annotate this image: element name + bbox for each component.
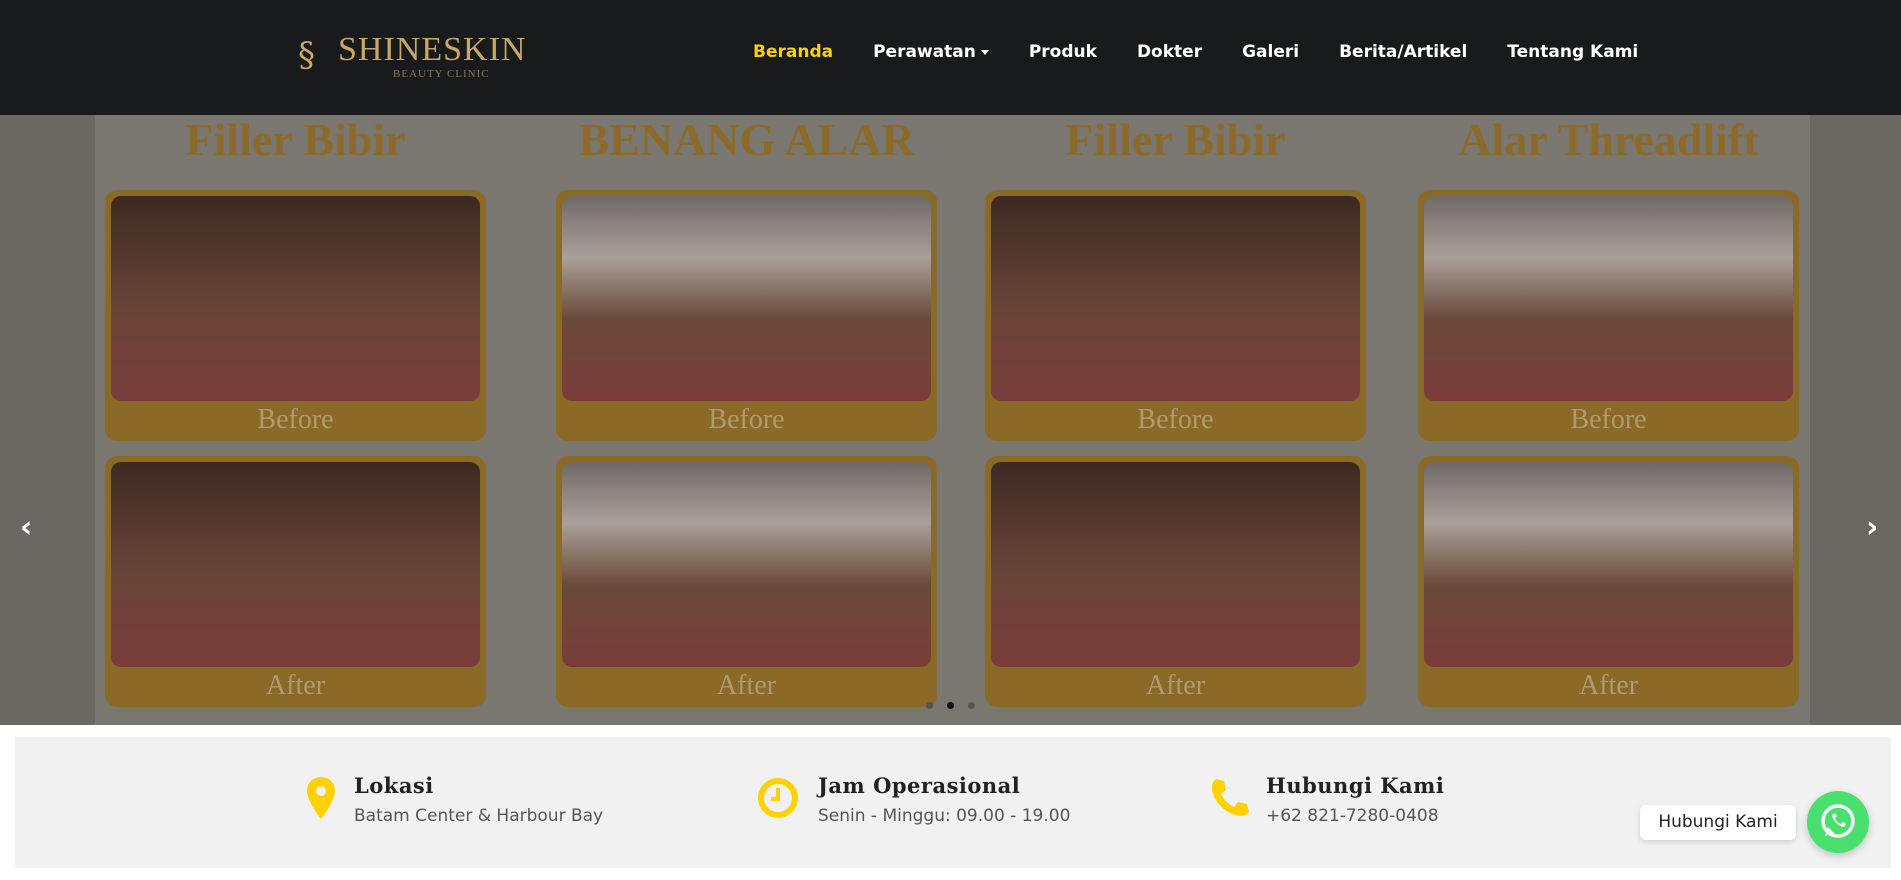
before-card: Before <box>105 190 486 441</box>
nav-dokter[interactable]: Dokter <box>1137 42 1202 62</box>
after-card: After <box>556 456 937 707</box>
clock-icon <box>758 778 798 818</box>
before-label: Before <box>708 404 785 435</box>
before-card: Before <box>556 190 937 441</box>
after-photo <box>991 462 1360 667</box>
info-title: Jam Operasional <box>818 773 1021 798</box>
phone-icon <box>1212 779 1249 816</box>
before-photo <box>562 196 931 401</box>
before-label: Before <box>1137 404 1214 435</box>
nav-produk[interactable]: Produk <box>1029 42 1097 62</box>
main-nav: Beranda Perawatan Produk Dokter Galeri B… <box>753 42 1678 62</box>
info-desc: Senin - Minggu: 09.00 - 19.00 <box>818 806 1071 826</box>
carousel-dot-3[interactable] <box>968 702 975 709</box>
column-title: BENANG ALAR <box>578 115 915 165</box>
column-title: Alar Threadlift <box>1458 115 1759 165</box>
logo-crest-icon: § <box>298 35 315 75</box>
carousel-prev-button[interactable]: ‹ <box>20 510 32 545</box>
info-desc: Batam Center & Harbour Bay <box>354 806 604 826</box>
after-label: After <box>1145 670 1206 701</box>
whatsapp-tooltip[interactable]: Hubungi Kami <box>1640 805 1796 840</box>
after-label: After <box>716 670 777 701</box>
logo-subtitle: BEAUTY CLINIC <box>393 68 490 80</box>
info-location: Lokasi Batam Center & Harbour Bay <box>354 773 603 826</box>
after-label: After <box>1578 670 1639 701</box>
logo-name: SHINESKIN <box>338 31 527 68</box>
before-card: Before <box>1418 190 1799 441</box>
after-label: After <box>265 670 326 701</box>
info-desc[interactable]: +62 821-7280-0408 <box>1266 806 1444 826</box>
before-photo <box>991 196 1360 401</box>
before-photo <box>111 196 480 401</box>
after-photo <box>111 462 480 667</box>
before-label: Before <box>1570 404 1647 435</box>
before-label: Before <box>257 404 334 435</box>
location-pin-icon <box>307 777 335 819</box>
nav-berita[interactable]: Berita/Artikel <box>1339 42 1467 62</box>
nav-beranda[interactable]: Beranda <box>753 42 833 62</box>
nav-perawatan[interactable]: Perawatan <box>873 42 989 62</box>
info-bar: Lokasi Batam Center & Harbour Bay Jam Op… <box>15 737 1891 868</box>
whatsapp-button[interactable] <box>1807 791 1869 853</box>
info-contact: Hubungi Kami +62 821-7280-0408 <box>1266 773 1444 826</box>
after-photo <box>1424 462 1793 667</box>
whatsapp-icon <box>1821 804 1855 838</box>
info-hours: Jam Operasional Senin - Minggu: 09.00 - … <box>818 773 1070 826</box>
carousel-indicators <box>926 702 975 709</box>
site-header: § SHINESKIN BEAUTY CLINIC Beranda Perawa… <box>0 0 1901 115</box>
before-photo <box>1424 196 1793 401</box>
info-title: Hubungi Kami <box>1266 773 1445 798</box>
logo[interactable]: § SHINESKIN BEAUTY CLINIC <box>298 30 528 82</box>
hero-carousel: Filler Bibir Before After BENANG ALAR Bef… <box>0 115 1901 725</box>
column-title: Filler Bibir <box>185 115 406 165</box>
after-card: After <box>105 456 486 707</box>
nav-tentang[interactable]: Tentang Kami <box>1507 42 1638 62</box>
after-card: After <box>985 456 1366 707</box>
nav-perawatan-label: Perawatan <box>873 42 976 62</box>
carousel-dot-2[interactable] <box>947 702 954 709</box>
info-title: Lokasi <box>354 773 434 798</box>
caret-down-icon <box>980 49 989 55</box>
before-card: Before <box>985 190 1366 441</box>
after-card: After <box>1418 456 1799 707</box>
carousel-dot-1[interactable] <box>926 702 933 709</box>
carousel-next-button[interactable]: › <box>1866 510 1878 545</box>
nav-galeri[interactable]: Galeri <box>1242 42 1299 62</box>
column-title: Filler Bibir <box>1065 115 1286 165</box>
after-photo <box>562 462 931 667</box>
